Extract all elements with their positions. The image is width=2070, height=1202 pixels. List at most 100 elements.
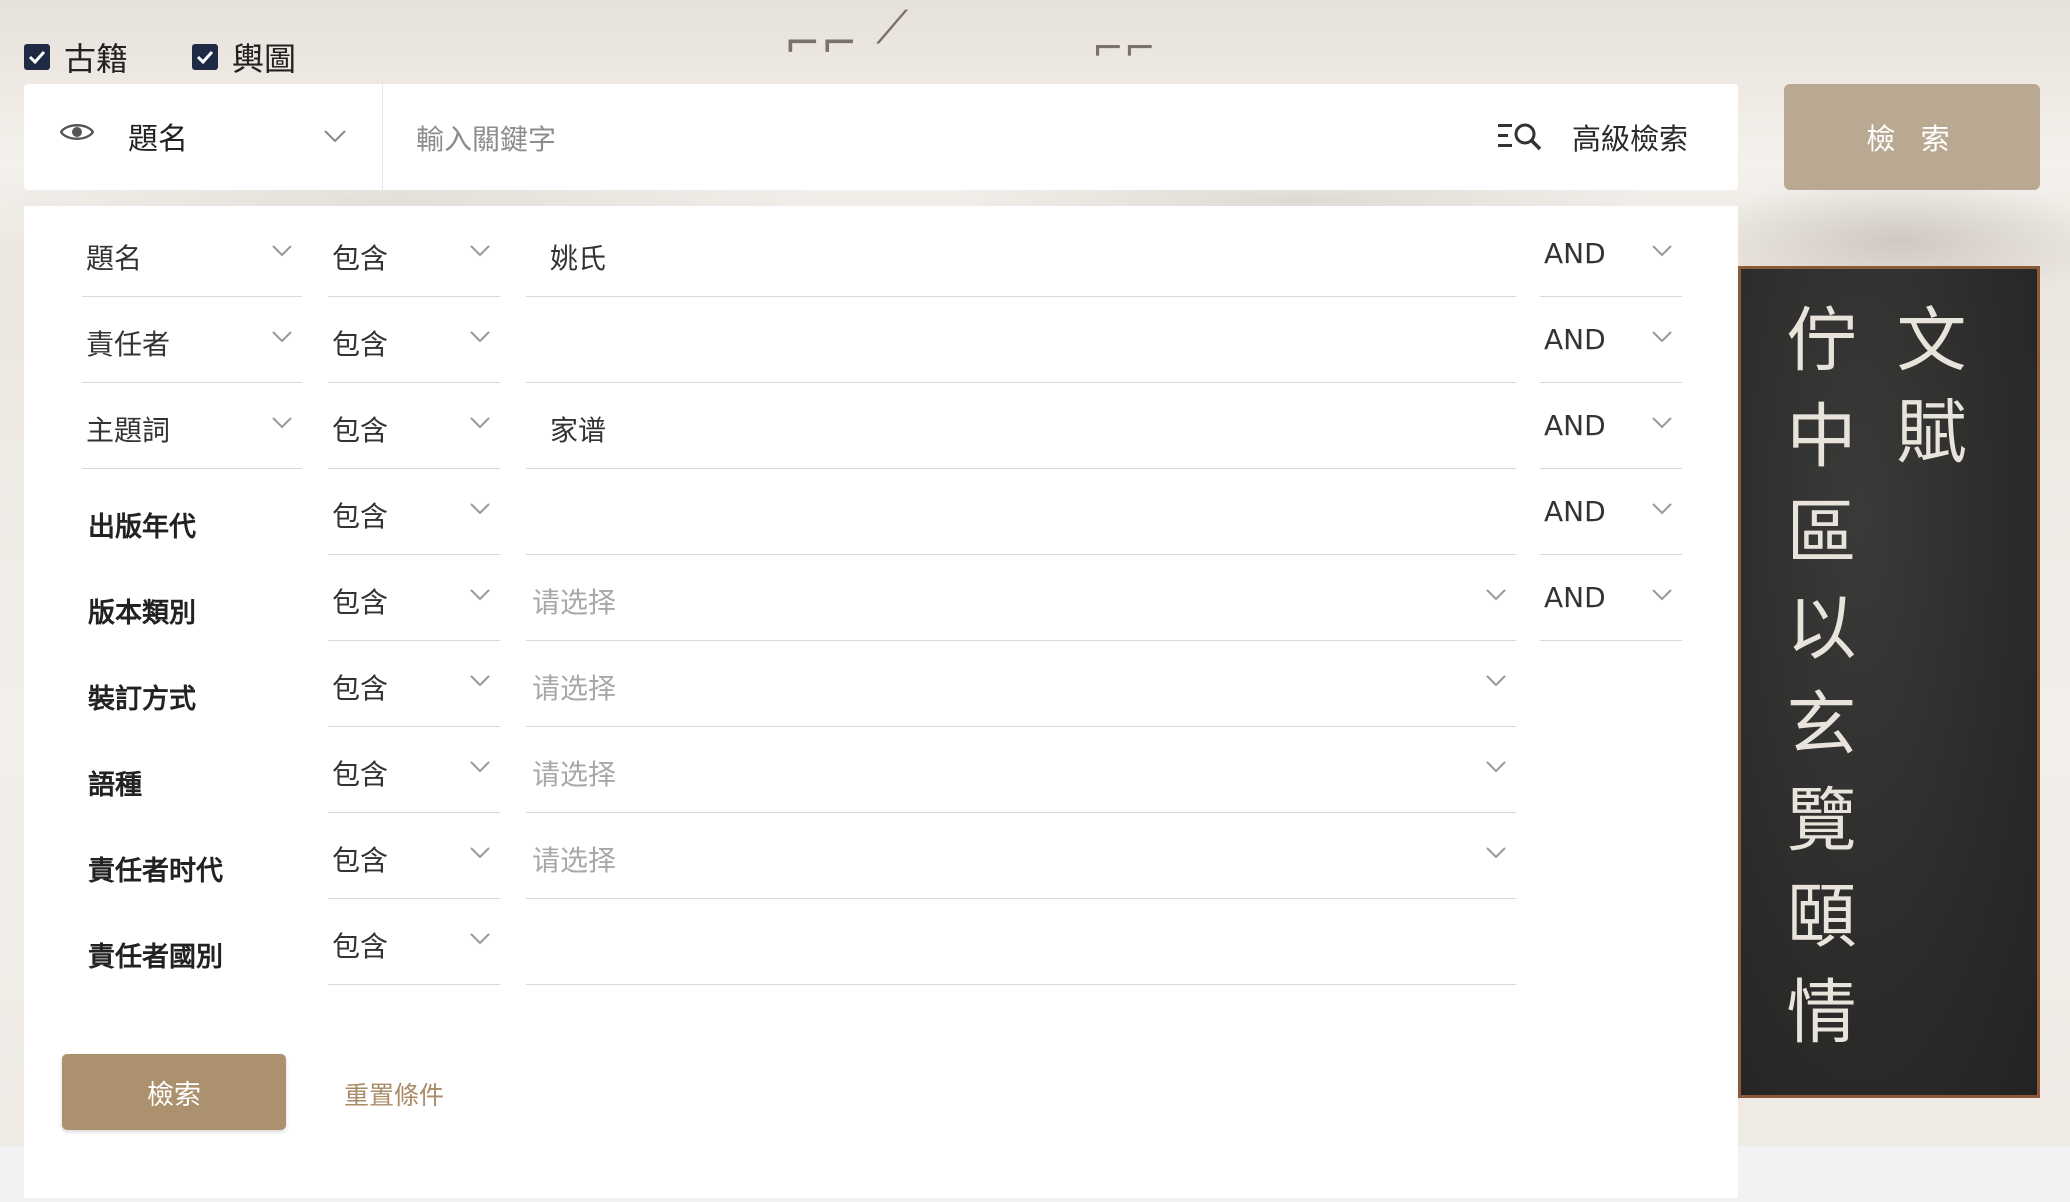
logic-select[interactable]: AND — [1540, 555, 1682, 641]
operator-select-value: 包含 — [332, 500, 389, 533]
row-label: 裝訂方式 — [88, 684, 196, 715]
value-select[interactable]: 请选择 — [526, 555, 1516, 641]
criteria-row: 主題詞 包含 家谱 AND — [24, 383, 1738, 469]
chevron-down-icon — [470, 245, 490, 257]
criteria-row: 出版年代 包含 AND — [24, 469, 1738, 555]
field-select[interactable]: 題名 — [82, 211, 302, 297]
filter-ancient-books[interactable]: 古籍 — [24, 34, 128, 80]
chevron-down-icon — [1486, 675, 1506, 687]
operator-select-value: 包含 — [332, 844, 389, 877]
value-input-text: 家谱 — [550, 414, 607, 447]
checkbox-checked-icon[interactable] — [192, 44, 218, 70]
criteria-row: 裝訂方式 包含 请选择 — [24, 641, 1738, 727]
operator-select[interactable]: 包含 — [328, 211, 500, 297]
value-select[interactable]: 请选择 — [526, 813, 1516, 899]
chevron-down-icon — [324, 130, 346, 142]
chevron-down-icon — [1652, 589, 1672, 601]
field-select[interactable]: 責任者 — [82, 297, 302, 383]
value-input[interactable]: 家谱 — [526, 383, 1516, 469]
operator-select-value: 包含 — [332, 672, 389, 705]
operator-select-value: 包含 — [332, 758, 389, 791]
chevron-down-icon — [470, 847, 490, 859]
logic-select[interactable]: AND — [1540, 211, 1682, 297]
keyword-input[interactable]: 輸入關鍵字 — [416, 118, 556, 158]
operator-select-value: 包含 — [332, 328, 389, 361]
advanced-search-icon[interactable] — [1498, 120, 1544, 152]
advanced-search-panel: 題名 包含 姚氏 AND 責任者 包含 AND 主題詞 包含 家谱 AND 出版… — [24, 206, 1738, 1198]
bird-icon: ⌐⌐ — [1092, 26, 1156, 70]
chevron-down-icon — [470, 589, 490, 601]
logic-select-value: AND — [1544, 495, 1606, 528]
row-label: 責任者國別 — [88, 942, 223, 973]
checkbox-checked-icon[interactable] — [24, 44, 50, 70]
field-select-value: 責任者 — [86, 328, 171, 361]
operator-select-value: 包含 — [332, 586, 389, 619]
criteria-row: 責任者國別 包含 — [24, 899, 1738, 985]
value-select-placeholder: 请选择 — [532, 672, 617, 705]
operator-select[interactable]: 包含 — [328, 383, 500, 469]
eye-icon — [60, 124, 94, 140]
filter-ancient-books-label: 古籍 — [64, 40, 129, 78]
logic-select-value: AND — [1544, 237, 1606, 270]
value-input[interactable] — [526, 469, 1516, 555]
chevron-down-icon — [470, 331, 490, 343]
operator-select[interactable]: 包含 — [328, 469, 500, 555]
bird-icon: ⟋ — [876, 0, 909, 54]
chevron-down-icon — [1652, 503, 1672, 515]
row-label: 責任者时代 — [88, 856, 223, 887]
field-select[interactable]: 主題詞 — [82, 383, 302, 469]
logic-select-value: AND — [1544, 323, 1606, 356]
operator-select[interactable]: 包含 — [328, 297, 500, 383]
operator-select[interactable]: 包含 — [328, 899, 500, 985]
criteria-row: 責任者 包含 AND — [24, 297, 1738, 383]
criteria-row: 責任者时代 包含 请选择 — [24, 813, 1738, 899]
bird-icon: ⌐⌐ — [784, 18, 858, 69]
operator-select[interactable]: 包含 — [328, 727, 500, 813]
chevron-down-icon — [470, 933, 490, 945]
value-select[interactable]: 请选择 — [526, 641, 1516, 727]
filter-maps-label: 輿圖 — [232, 40, 297, 78]
value-select[interactable]: 请选择 — [526, 727, 1516, 813]
filter-maps[interactable]: 輿圖 — [192, 34, 296, 80]
search-field-select[interactable]: 題名 — [24, 84, 383, 190]
operator-select[interactable]: 包含 — [328, 555, 500, 641]
operator-select-value: 包含 — [332, 242, 389, 275]
chevron-down-icon — [470, 503, 490, 515]
calligraphy-column-right: 文賦 — [1885, 303, 1967, 487]
chevron-down-icon — [272, 417, 292, 429]
row-label: 版本類別 — [88, 598, 196, 629]
search-button[interactable]: 檢 索 — [1784, 84, 2040, 190]
chevron-down-icon — [272, 245, 292, 257]
chevron-down-icon — [470, 675, 490, 687]
value-input[interactable] — [526, 297, 1516, 383]
value-input[interactable] — [526, 899, 1516, 985]
value-input[interactable]: 姚氏 — [526, 211, 1516, 297]
operator-select[interactable]: 包含 — [328, 641, 500, 727]
logic-select[interactable]: AND — [1540, 297, 1682, 383]
advanced-search-link[interactable]: 高級檢索 — [1572, 116, 1688, 158]
chevron-down-icon — [1486, 761, 1506, 773]
chevron-down-icon — [1486, 847, 1506, 859]
value-select-placeholder: 请选择 — [532, 758, 617, 791]
chevron-down-icon — [1652, 417, 1672, 429]
value-select-placeholder: 请选择 — [532, 844, 617, 877]
field-select-value: 主題詞 — [86, 414, 171, 447]
search-field-label: 題名 — [128, 122, 188, 157]
operator-select-value: 包含 — [332, 414, 389, 447]
criteria-row: 版本類別 包含 请选择 AND — [24, 555, 1738, 641]
row-label: 出版年代 — [88, 512, 196, 543]
chevron-down-icon — [1652, 331, 1672, 343]
calligraphy-image: 文賦 佇中區以玄覽頤情 — [1738, 266, 2040, 1098]
row-label: 語種 — [88, 770, 142, 801]
logic-select-value: AND — [1544, 409, 1606, 442]
criteria-row: 題名 包含 姚氏 AND — [24, 211, 1738, 297]
calligraphy-text: 佇中區以玄覽頤情 — [1775, 303, 1857, 1071]
operator-select-value: 包含 — [332, 930, 389, 963]
logic-select-value: AND — [1544, 581, 1606, 614]
logic-select[interactable]: AND — [1540, 383, 1682, 469]
chevron-down-icon — [470, 417, 490, 429]
advanced-submit-button[interactable]: 檢索 — [62, 1054, 286, 1130]
reset-conditions-link[interactable]: 重置條件 — [344, 1076, 444, 1112]
operator-select[interactable]: 包含 — [328, 813, 500, 899]
logic-select[interactable]: AND — [1540, 469, 1682, 555]
